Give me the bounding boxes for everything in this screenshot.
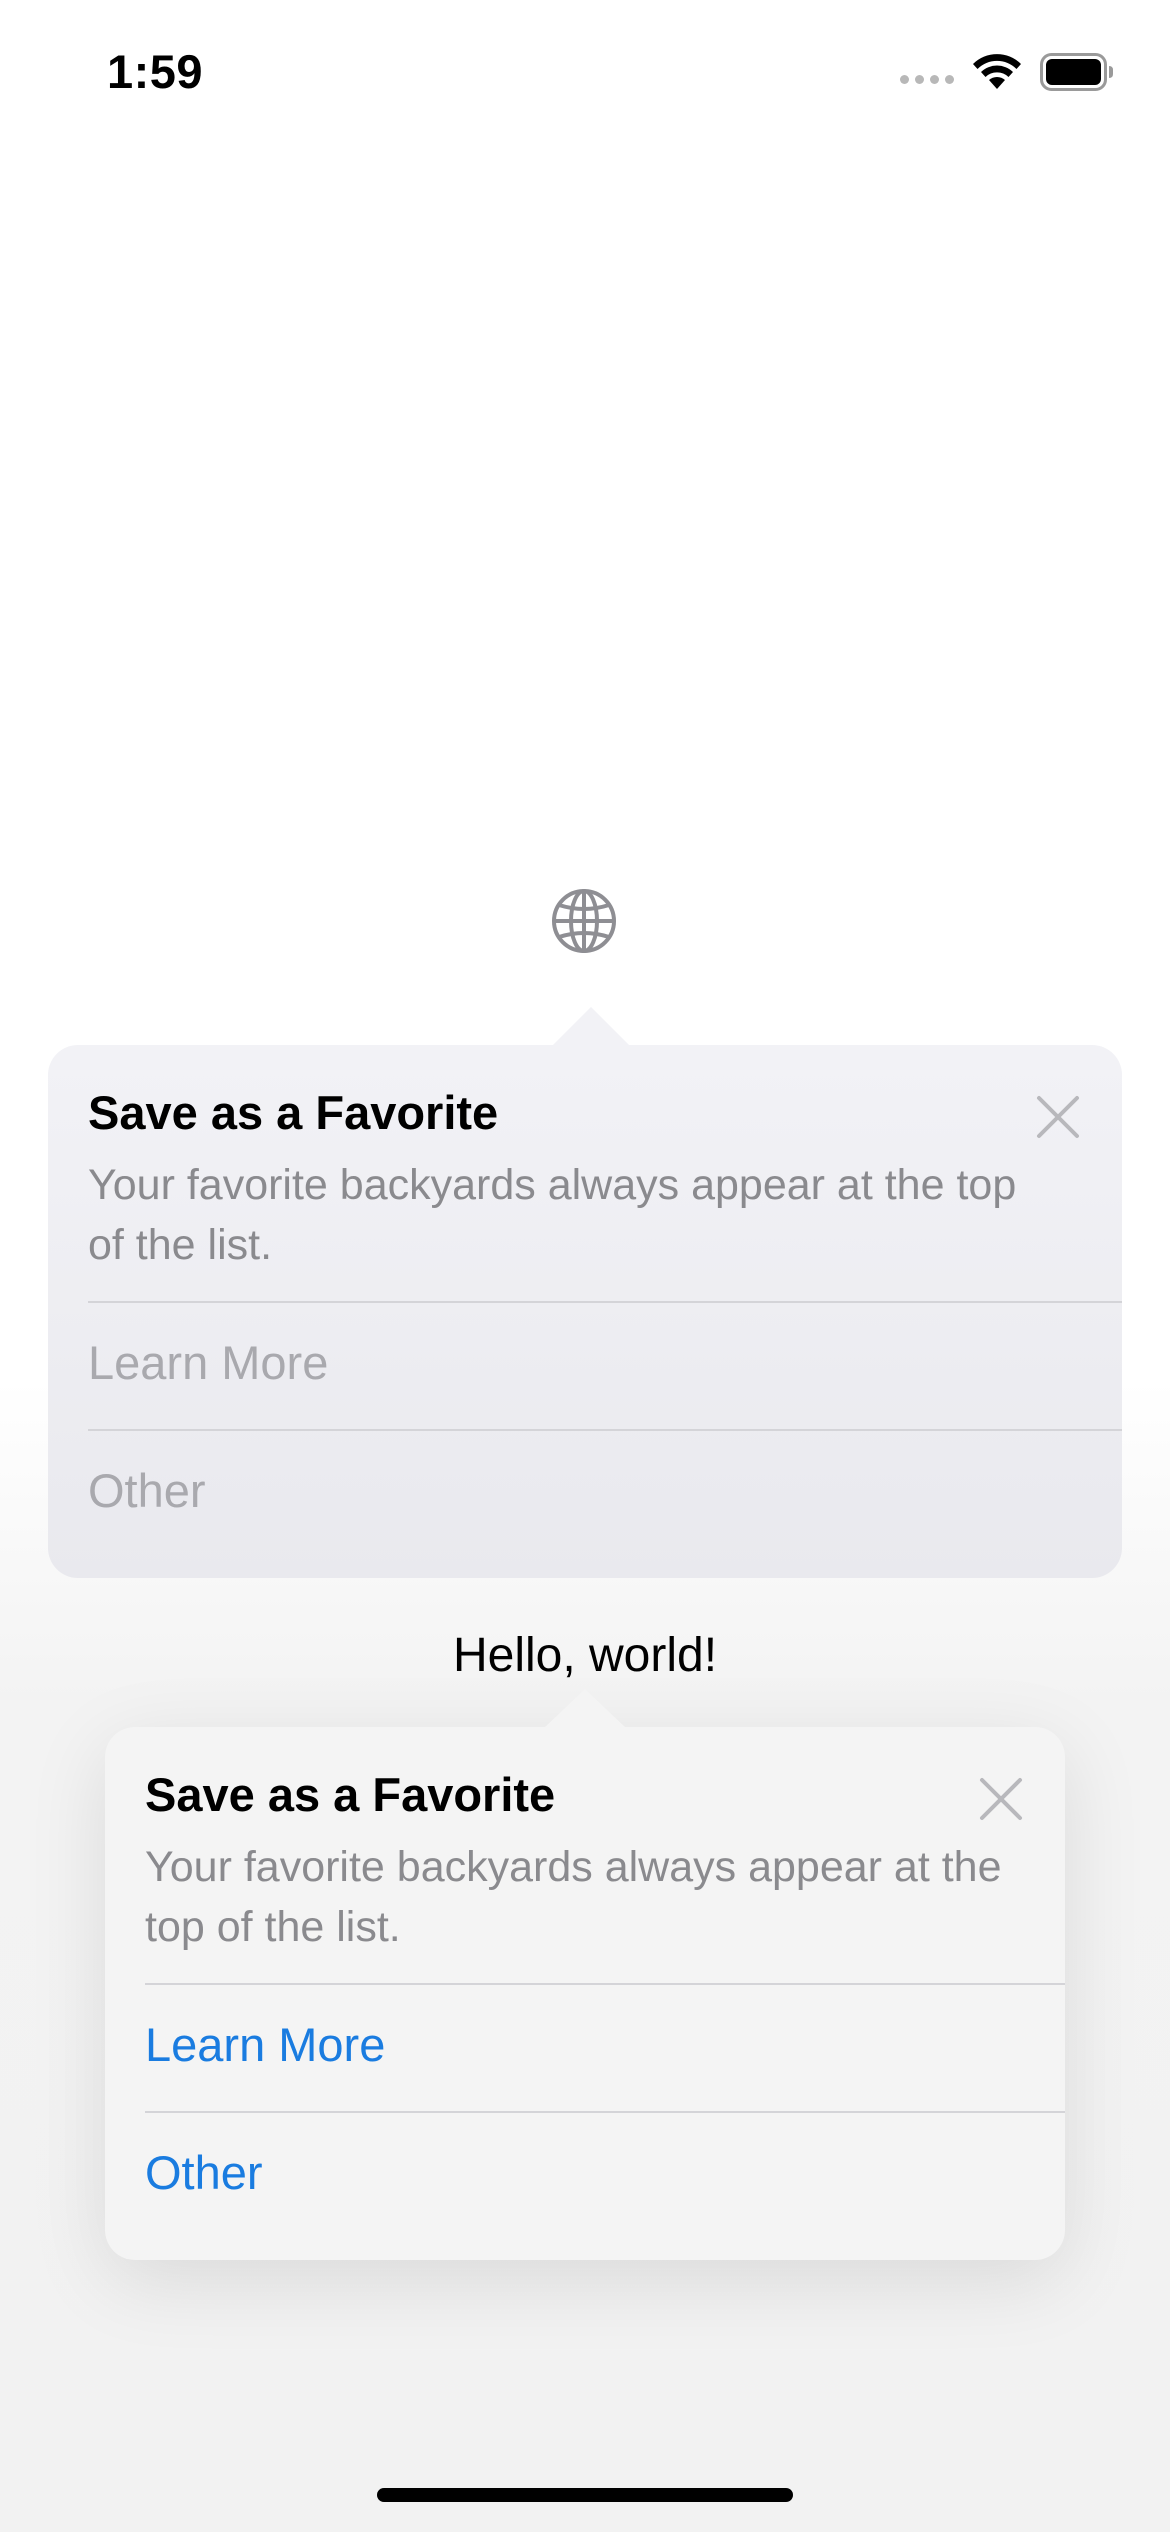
learn-more-button[interactable]: Learn More — [88, 1335, 328, 1390]
divider — [145, 1983, 1065, 1985]
tip-message: Your favorite backyards always appear at… — [145, 1843, 1002, 1951]
divider — [88, 1301, 1122, 1303]
globe-icon[interactable] — [550, 887, 618, 955]
tip-message: Your favorite backyards always appear at… — [88, 1161, 1017, 1269]
wifi-icon — [972, 53, 1022, 91]
divider — [88, 1429, 1122, 1431]
status-bar: 1:59 — [0, 0, 1170, 150]
home-indicator[interactable] — [377, 2488, 793, 2502]
tip-title: Save as a Favorite — [145, 1768, 556, 1821]
learn-more-button[interactable]: Learn More — [145, 2017, 385, 2072]
tip-popover-bottom: Save as a Favorite Your favorite backyar… — [105, 1689, 1065, 2260]
xmark-icon[interactable] — [979, 1777, 1023, 1821]
status-icons — [900, 52, 1114, 92]
other-button[interactable]: Other — [88, 1463, 206, 1518]
hello-world-text: Hello, world! — [452, 1629, 718, 1682]
popover-arrow — [545, 1689, 625, 1727]
popover-arrow — [553, 1007, 629, 1045]
divider — [145, 2111, 1065, 2113]
xmark-icon[interactable] — [1036, 1095, 1080, 1139]
other-button[interactable]: Other — [145, 2145, 263, 2200]
status-time: 1:59 — [107, 45, 204, 98]
tip-popover-top: Save as a Favorite Your favorite backyar… — [48, 1007, 1122, 1578]
battery-icon — [1040, 53, 1114, 91]
tip-title: Save as a Favorite — [88, 1086, 499, 1139]
cellular-signal-icon — [900, 74, 954, 84]
